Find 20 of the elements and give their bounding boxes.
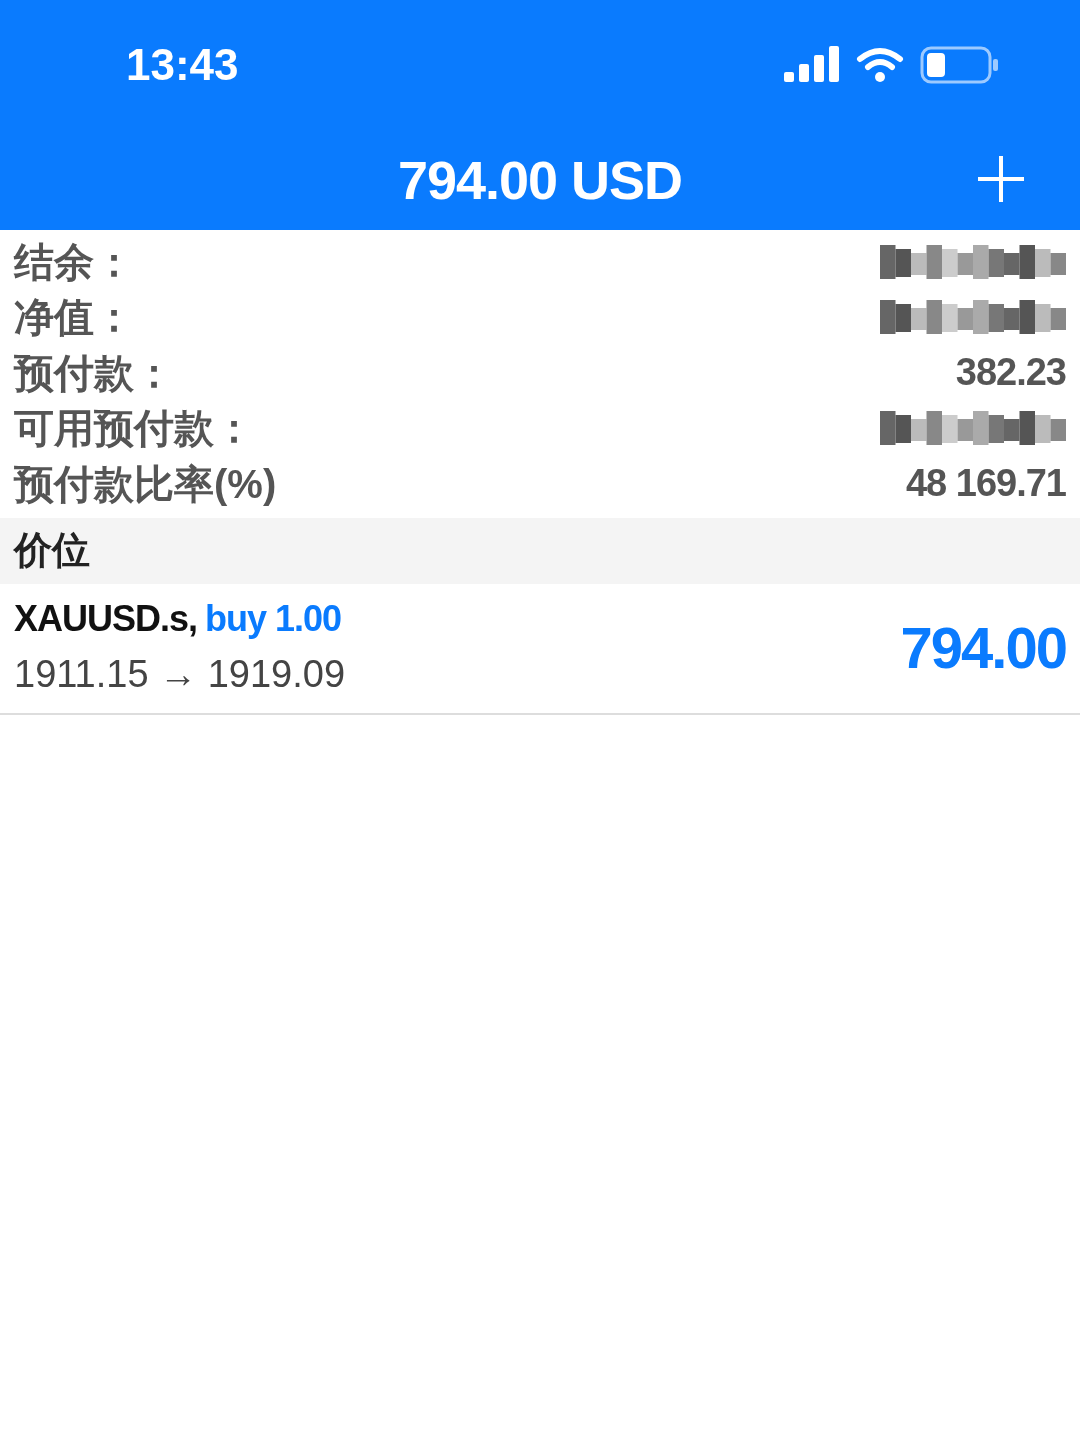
section-title: 价位 bbox=[14, 528, 90, 573]
price-range: 1911.15 → 1919.09 bbox=[14, 651, 345, 697]
status-time: 13:43 bbox=[126, 39, 239, 91]
symbol-label: XAUUSD.s, bbox=[14, 596, 198, 641]
field-label: 结余： bbox=[14, 238, 134, 286]
field-label: 净值： bbox=[14, 294, 134, 342]
field-label: 预付款比率(%) bbox=[14, 460, 277, 508]
field-label: 预付款： bbox=[14, 349, 174, 397]
plus-icon bbox=[976, 154, 1026, 204]
wifi-icon bbox=[856, 47, 904, 83]
battery-icon bbox=[920, 46, 1000, 84]
profit-value: 794.00 bbox=[900, 613, 1066, 682]
order-side: buy 1.00 bbox=[205, 596, 342, 641]
add-button[interactable] bbox=[976, 154, 1026, 204]
field-value: 382.23 bbox=[955, 350, 1066, 396]
signal-icon bbox=[784, 46, 840, 84]
field-value: 48 169.71 bbox=[905, 461, 1066, 507]
field-label: 可用预付款： bbox=[14, 405, 254, 453]
position-row[interactable]: XAUUSD.s, buy 1.00 1911.15 → 1919.09 794.00 bbox=[0, 583, 1080, 715]
balance-title: 794.00 USD bbox=[397, 148, 683, 212]
